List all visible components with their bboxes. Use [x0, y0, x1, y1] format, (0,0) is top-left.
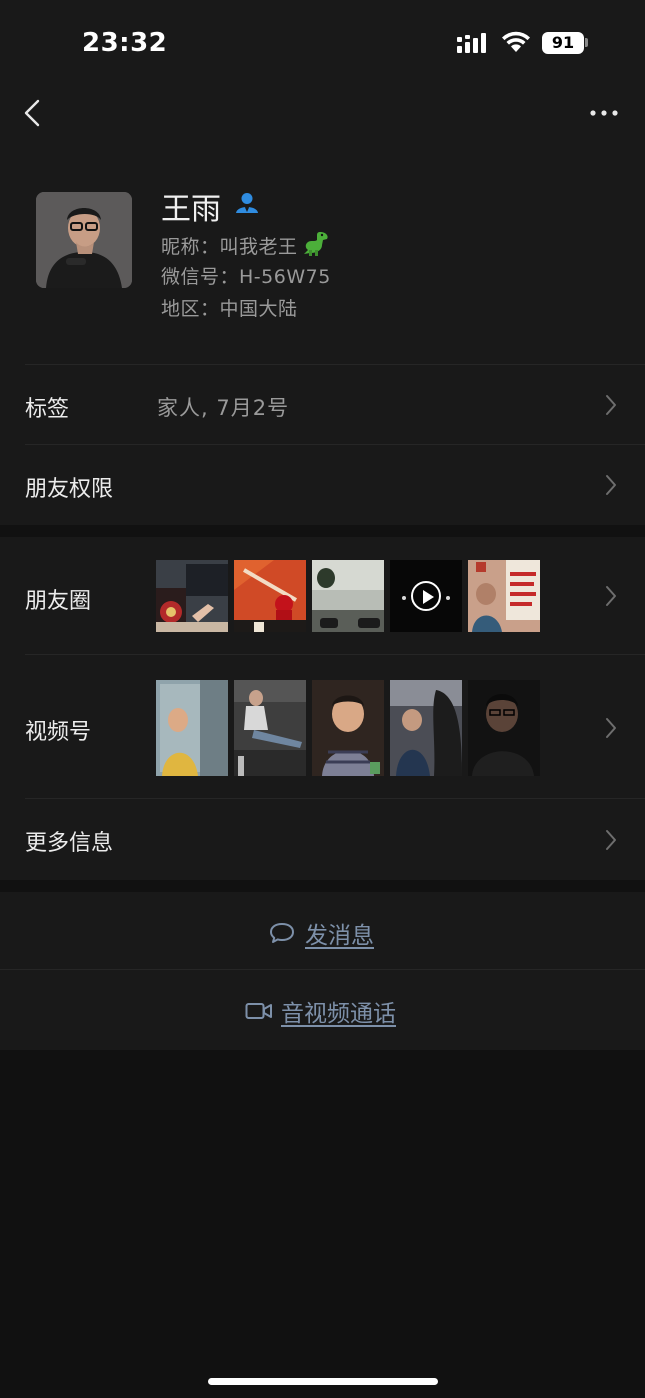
tags-row[interactable]: 标签 家人, 7月2号 [0, 364, 645, 444]
home-indicator[interactable] [208, 1378, 438, 1385]
moments-thumbnail[interactable] [156, 560, 228, 632]
contact-person-icon [236, 193, 258, 213]
send-message-button[interactable]: 发消息 [0, 892, 645, 970]
nav-bar [0, 88, 645, 158]
dinosaur-emoji-icon [303, 232, 328, 256]
moments-label: 朋友圈 [25, 589, 92, 614]
chat-bubble-icon [270, 923, 294, 943]
moments-thumbnail[interactable] [312, 560, 384, 632]
tags-permissions-card: 标签 家人, 7月2号 朋友权限 [0, 364, 645, 525]
chevron-right-icon [606, 718, 616, 738]
moments-row[interactable]: 朋友圈 [0, 537, 645, 654]
battery-indicator: 91 [542, 32, 584, 54]
video-call-label: 音视频通话 [281, 1001, 396, 1027]
profile-region: 地区：中国大陆 [161, 298, 298, 320]
channel-video-thumbnail[interactable] [468, 680, 540, 776]
channel-video-thumbnail[interactable] [234, 680, 306, 776]
friend-permissions-label: 朋友权限 [25, 477, 114, 502]
video-call-button[interactable]: 音视频通话 [0, 970, 645, 1050]
chevron-right-icon [606, 830, 616, 850]
battery-tip [585, 38, 588, 47]
back-arrow-icon[interactable] [18, 98, 48, 128]
tags-value: 家人, 7月2号 [157, 396, 290, 420]
avatar[interactable] [36, 192, 132, 288]
tags-label: 标签 [25, 397, 70, 422]
chevron-right-icon [606, 586, 616, 606]
moments-channels-card: 朋友圈 视频号 更多信息 [0, 537, 645, 880]
status-time: 23:32 [82, 28, 168, 58]
channel-video-thumbnail[interactable] [312, 680, 384, 776]
profile-header: 王雨 昵称：叫我老王 微信号：H-56W75 地区：中国大陆 [0, 158, 645, 364]
profile-name: 王雨 [161, 192, 221, 227]
chevron-right-icon [606, 475, 616, 495]
moments-thumbnail[interactable] [234, 560, 306, 632]
cellular-signal-icon [457, 33, 486, 53]
more-options-icon[interactable] [586, 100, 622, 126]
channels-row[interactable]: 视频号 [0, 655, 645, 798]
channel-video-thumbnail[interactable] [390, 680, 462, 776]
channels-label: 视频号 [25, 720, 92, 745]
video-camera-icon [245, 1003, 272, 1019]
channel-video-thumbnail[interactable] [156, 680, 228, 776]
profile-nickname: 昵称：叫我老王 [161, 236, 298, 258]
profile-nickname-line: 昵称：叫我老王 [161, 230, 330, 259]
moments-thumbnail[interactable] [468, 560, 540, 632]
send-message-label: 发消息 [305, 923, 374, 949]
more-info-label: 更多信息 [25, 831, 114, 856]
chevron-right-icon [606, 395, 616, 415]
profile-wechat-id: 微信号：H-56W75 [161, 266, 331, 288]
video-thumbnail[interactable] [390, 560, 462, 632]
play-icon [411, 581, 441, 611]
wifi-icon [502, 31, 530, 52]
friend-permissions-row[interactable]: 朋友权限 [0, 445, 645, 525]
more-info-row[interactable]: 更多信息 [0, 799, 645, 880]
status-bar: 23:32 91 [0, 0, 645, 88]
